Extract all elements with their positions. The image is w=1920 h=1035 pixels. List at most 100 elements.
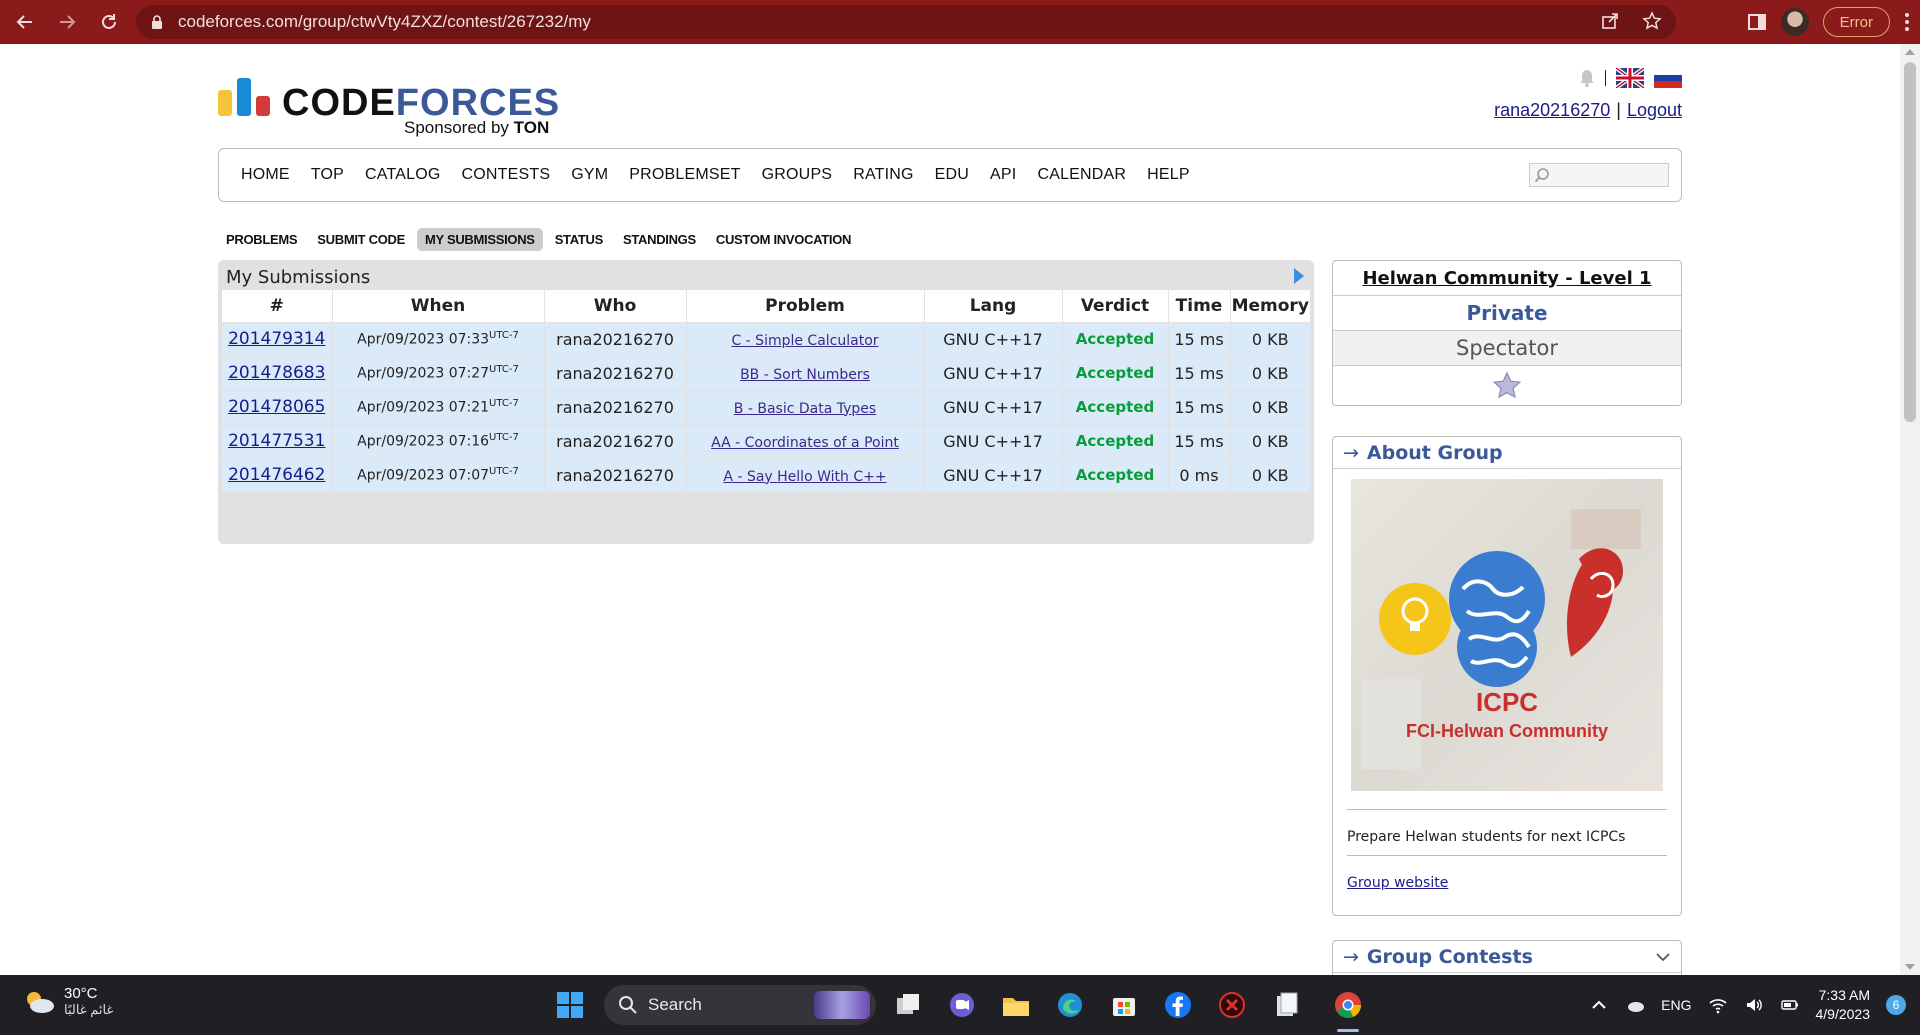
- problem-link[interactable]: BB - Sort Numbers: [740, 367, 870, 383]
- clock[interactable]: 7:33 AM 4/9/2023: [1816, 986, 1871, 1024]
- menu-dots-icon[interactable]: [1904, 13, 1910, 31]
- edge-button[interactable]: [1052, 987, 1088, 1023]
- menu-catalog[interactable]: CATALOG: [365, 166, 441, 184]
- logout-link[interactable]: Logout: [1627, 100, 1682, 120]
- problem-link[interactable]: A - Say Hello With C++: [723, 469, 886, 485]
- store-icon: [1113, 998, 1135, 1016]
- input-language[interactable]: ENG: [1661, 997, 1691, 1013]
- menu-edu[interactable]: EDU: [935, 166, 969, 184]
- security-app-button[interactable]: [1214, 987, 1250, 1023]
- codeforces-logo[interactable]: CODEFORCES Sponsored by TON: [218, 74, 578, 144]
- folder-icon: [1003, 998, 1029, 1016]
- notepad-button[interactable]: [1268, 987, 1304, 1023]
- file-explorer-button[interactable]: [998, 987, 1034, 1023]
- volume-icon[interactable]: [1744, 995, 1764, 1015]
- user-separator: |: [1616, 100, 1621, 120]
- scroll-down-arrow-icon[interactable]: [1905, 964, 1915, 970]
- onedrive-cloud-icon[interactable]: [1625, 995, 1645, 1015]
- problem-link[interactable]: AA - Coordinates of a Point: [711, 435, 899, 451]
- group-name-link[interactable]: Helwan Community - Level 1: [1362, 268, 1651, 289]
- submission-verdict: Accepted: [1061, 321, 1168, 356]
- submission-id-link[interactable]: 201479314: [228, 329, 325, 349]
- submission-who: rana20216270: [543, 321, 686, 356]
- table-row: 201478065 Apr/09/2023 07:21UTC-7 rana202…: [222, 389, 1310, 424]
- taskbar-search[interactable]: Search: [604, 985, 876, 1025]
- page-scrollbar[interactable]: [1900, 44, 1920, 975]
- menu-gym[interactable]: GYM: [571, 166, 608, 184]
- tab-submit-code[interactable]: SUBMIT CODE: [309, 228, 413, 251]
- teams-chat-button[interactable]: [944, 987, 980, 1023]
- menu-calendar[interactable]: CALENDAR: [1037, 166, 1126, 184]
- taskbar-search-label: Search: [648, 995, 702, 1014]
- notification-bell-icon[interactable]: [1579, 69, 1595, 87]
- show-hidden-icons-chevron-up-icon[interactable]: [1589, 995, 1609, 1015]
- side-panel-icon[interactable]: [1747, 12, 1767, 32]
- russian-flag-icon[interactable]: [1654, 68, 1682, 88]
- submission-memory: 0 KB: [1229, 423, 1310, 458]
- forward-button[interactable]: [50, 5, 84, 39]
- favorite-star-icon[interactable]: [1492, 371, 1522, 401]
- tab-standings[interactable]: STANDINGS: [615, 228, 704, 251]
- scrollbar-thumb[interactable]: [1904, 62, 1916, 422]
- submission-id-link[interactable]: 201478065: [228, 397, 325, 417]
- submission-lang: GNU C++17: [923, 389, 1062, 424]
- bookmark-star-icon[interactable]: [1642, 11, 1662, 31]
- scroll-up-arrow-icon[interactable]: [1905, 49, 1915, 55]
- english-flag-icon[interactable]: [1616, 68, 1644, 88]
- menu-rating[interactable]: RATING: [853, 166, 913, 184]
- menu-problemset[interactable]: PROBLEMSET: [629, 166, 740, 184]
- menu-api[interactable]: API: [990, 166, 1016, 184]
- col-id: #: [222, 290, 332, 323]
- problem-link[interactable]: B - Basic Data Types: [734, 401, 876, 417]
- search-icon: [619, 996, 637, 1014]
- menu-home[interactable]: HOME: [241, 166, 290, 184]
- submission-id-link[interactable]: 201477531: [228, 431, 325, 451]
- chevron-down-icon[interactable]: [1655, 949, 1671, 965]
- submission-when: Apr/09/2023 07:07UTC-7: [331, 457, 544, 492]
- submission-time: 15 ms: [1167, 423, 1230, 458]
- submission-memory: 0 KB: [1229, 355, 1310, 390]
- share-icon[interactable]: [1600, 11, 1620, 31]
- col-lang: Lang: [923, 290, 1062, 323]
- submission-id-link[interactable]: 201476462: [228, 465, 325, 485]
- menu-help[interactable]: HELP: [1147, 166, 1190, 184]
- menu-groups[interactable]: GROUPS: [762, 166, 833, 184]
- submission-who: rana20216270: [543, 389, 686, 424]
- contest-menu: PROBLEMS SUBMIT CODE MY SUBMISSIONS STAT…: [218, 228, 859, 251]
- reload-button[interactable]: [92, 5, 126, 39]
- profile-avatar[interactable]: [1780, 8, 1809, 36]
- search-input[interactable]: [1552, 165, 1664, 185]
- tab-custom-invocation[interactable]: CUSTOM INVOCATION: [708, 228, 859, 251]
- menu-contests[interactable]: CONTESTS: [462, 166, 551, 184]
- user-area: rana20216270 | Logout: [1494, 66, 1682, 121]
- task-view-button[interactable]: [890, 987, 926, 1023]
- tab-problems[interactable]: PROBLEMS: [218, 228, 305, 251]
- group-website-link[interactable]: Group website: [1347, 875, 1448, 891]
- wifi-icon[interactable]: [1708, 995, 1728, 1015]
- windows-logo-icon: [557, 992, 583, 1018]
- problem-link[interactable]: C - Simple Calculator: [731, 333, 878, 349]
- weather-condition: غائم غالبًا: [64, 1002, 114, 1017]
- battery-icon[interactable]: [1780, 995, 1800, 1015]
- reload-icon: [102, 14, 116, 29]
- store-button[interactable]: [1106, 987, 1142, 1023]
- facebook-button[interactable]: [1160, 987, 1196, 1023]
- submission-when: Apr/09/2023 07:16UTC-7: [331, 423, 544, 458]
- submission-lang: GNU C++17: [923, 423, 1062, 458]
- submission-when: Apr/09/2023 07:27UTC-7: [331, 355, 544, 390]
- address-bar[interactable]: codeforces.com/group/ctwVty4ZXZ/contest/…: [136, 5, 1676, 39]
- chrome-button[interactable]: [1330, 987, 1366, 1023]
- next-arrow-icon[interactable]: [1294, 268, 1304, 284]
- menu-top[interactable]: TOP: [311, 166, 344, 184]
- page-content: CODEFORCES Sponsored by TON rana20216270…: [0, 44, 1900, 975]
- start-button[interactable]: [552, 987, 588, 1023]
- back-button[interactable]: [8, 5, 42, 39]
- submission-id-link[interactable]: 201478683: [228, 363, 325, 383]
- group-contests-header[interactable]: → Group Contests: [1333, 941, 1681, 973]
- notification-badge[interactable]: 6: [1886, 995, 1906, 1015]
- username-link[interactable]: rana20216270: [1494, 100, 1610, 120]
- tab-my-submissions[interactable]: MY SUBMISSIONS: [416, 228, 543, 251]
- error-button[interactable]: Error: [1822, 7, 1890, 37]
- tab-status[interactable]: STATUS: [547, 228, 611, 251]
- weather-widget[interactable]: 30°C غائم غالبًا: [22, 985, 113, 1018]
